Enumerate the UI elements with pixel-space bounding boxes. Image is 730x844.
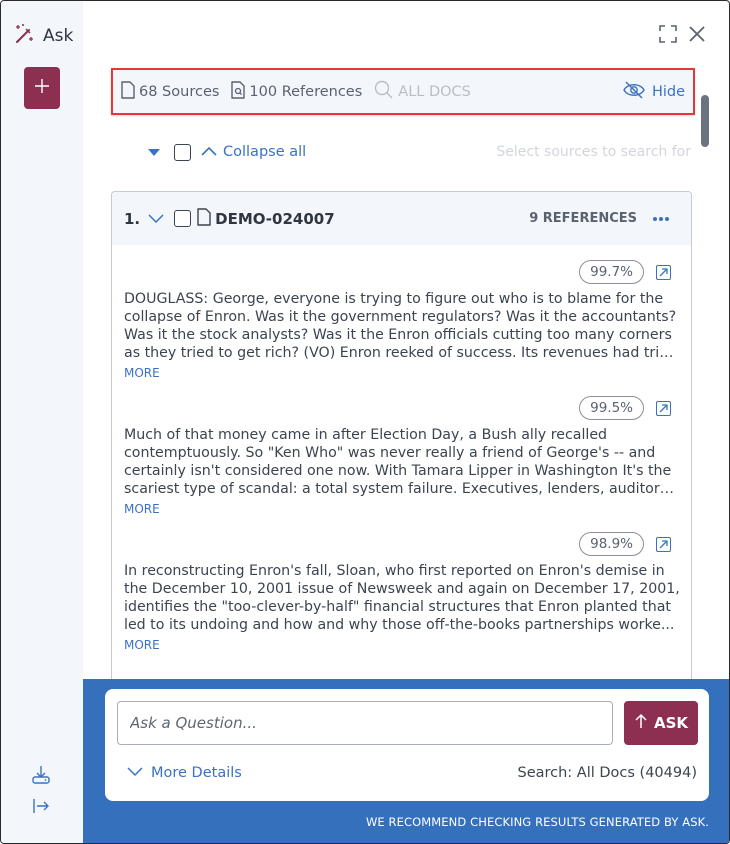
collapse-all-button[interactable]: Collapse all <box>201 144 306 160</box>
document-title[interactable]: DEMO-024007 <box>215 210 335 228</box>
chevron-up-icon <box>201 144 217 160</box>
source-controls: Collapse all Select sources to search fo… <box>146 139 691 165</box>
sources-header-bar: 68 Sources 100 References ALL DOCS Hide <box>111 68 695 115</box>
left-rail: Ask <box>1 1 83 843</box>
open-external-icon[interactable] <box>656 536 671 552</box>
document-header[interactable]: 1. DEMO-024007 9 REFERENCES <box>112 192 691 245</box>
reference-line: Much of that money came in after Electio… <box>124 427 608 443</box>
eye-off-icon <box>622 81 646 103</box>
ask-footer: ASK More Details Search: All Docs (40494… <box>83 679 729 843</box>
select-sources-hint: Select sources to search for <box>496 144 691 160</box>
ask-question-input[interactable] <box>117 701 613 745</box>
caret-down-icon[interactable] <box>148 148 160 156</box>
relevance-score: 99.7% <box>579 260 644 284</box>
document-references-count: 9 REFERENCES <box>529 211 637 226</box>
reference-line: In reconstructing Enron's fall, Sloan, w… <box>124 563 665 579</box>
reference-line: led to its undoing and how and why those… <box>124 617 675 633</box>
reference-line: DOUGLASS: George, everyone is trying to … <box>124 291 664 307</box>
document-search-icon <box>231 80 246 103</box>
reference-line: the December 10, 2001 issue of Newsweek … <box>124 581 679 597</box>
collapse-panel-icon <box>31 799 51 819</box>
references-count[interactable]: 100 References <box>231 80 363 103</box>
more-link[interactable]: MORE <box>124 502 160 516</box>
ask-button-label: ASK <box>653 714 689 732</box>
search-icon <box>374 80 394 104</box>
arrow-up-icon <box>634 713 648 733</box>
reference-line: contemptuously. So "Ken Who" was never r… <box>124 445 656 461</box>
plus-icon <box>34 78 50 98</box>
download-icon <box>31 766 51 789</box>
document-number: 1. <box>124 209 141 228</box>
reference-text: DOUGLASS: George, everyone is trying to … <box>124 290 679 362</box>
disclaimer-text: WE RECOMMEND CHECKING RESULTS GENERATED … <box>365 815 709 829</box>
chevron-down-icon[interactable] <box>148 209 164 228</box>
collapse-all-label: Collapse all <box>223 144 307 160</box>
close-icon <box>688 26 706 47</box>
close-button[interactable] <box>688 25 706 47</box>
expand-icon <box>659 25 677 47</box>
reference-line: as they tried to get rich? (VO) Enron re… <box>124 345 679 361</box>
reference-line: collapse of Enron. Was it the government… <box>124 309 677 325</box>
expand-button[interactable] <box>659 25 677 47</box>
app-title: Ask <box>43 26 74 46</box>
more-options-icon[interactable] <box>653 216 669 221</box>
ask-button[interactable]: ASK <box>624 701 698 745</box>
new-chat-button[interactable] <box>24 67 60 109</box>
select-all-checkbox[interactable] <box>174 143 191 161</box>
scope-search[interactable]: ALL DOCS <box>374 80 471 104</box>
reference-line: Was it the stock analysts? Was it the En… <box>124 327 672 343</box>
hide-label: Hide <box>651 83 685 100</box>
ask-panel: Ask 68 Sources 100 References ALL DOCS H… <box>0 0 730 844</box>
more-link[interactable]: MORE <box>124 638 160 652</box>
scope-search-label: ALL DOCS <box>398 83 471 100</box>
more-details-label: More Details <box>151 765 242 781</box>
scrollbar-thumb[interactable] <box>701 95 709 147</box>
document-checkbox[interactable] <box>174 210 192 227</box>
download-button[interactable] <box>31 765 51 789</box>
reference-text: Much of that money came in after Electio… <box>124 426 679 498</box>
search-scope-label: Search: All Docs (40494) <box>517 765 697 781</box>
document-card: 1. DEMO-024007 9 REFERENCES 99.7% DOUGLA… <box>111 191 692 681</box>
magic-wand-icon <box>13 23 35 49</box>
reference-item: 99.5% Much of that money came in after E… <box>112 393 691 517</box>
relevance-score: 99.5% <box>579 396 644 420</box>
relevance-score: 98.9% <box>579 532 644 556</box>
collapse-panel-button[interactable] <box>31 797 51 819</box>
chevron-down-icon <box>127 765 143 781</box>
open-external-icon[interactable] <box>656 264 671 280</box>
sources-label: 68 Sources <box>139 83 220 100</box>
rail-title: Ask <box>13 23 73 49</box>
reference-line: certainly isn't considered one now. With… <box>124 463 672 479</box>
document-icon <box>121 80 135 103</box>
reference-text: In reconstructing Enron's fall, Sloan, w… <box>124 562 679 634</box>
reference-item: 99.7% DOUGLASS: George, everyone is tryi… <box>112 257 691 381</box>
ask-card: ASK More Details Search: All Docs (40494… <box>105 689 709 801</box>
document-icon <box>197 207 211 230</box>
sources-count[interactable]: 68 Sources <box>121 80 220 103</box>
reference-line: identifies the "too-clever-by-half" fina… <box>124 599 671 615</box>
open-external-icon[interactable] <box>656 400 671 416</box>
reference-line: scariest type of scandal: a total system… <box>124 481 679 497</box>
references-label: 100 References <box>249 83 363 100</box>
more-details-toggle[interactable]: More Details <box>127 765 242 781</box>
hide-button[interactable]: Hide <box>622 81 685 103</box>
more-link[interactable]: MORE <box>124 366 160 380</box>
reference-item: 98.9% In reconstructing Enron's fall, Sl… <box>112 529 691 653</box>
